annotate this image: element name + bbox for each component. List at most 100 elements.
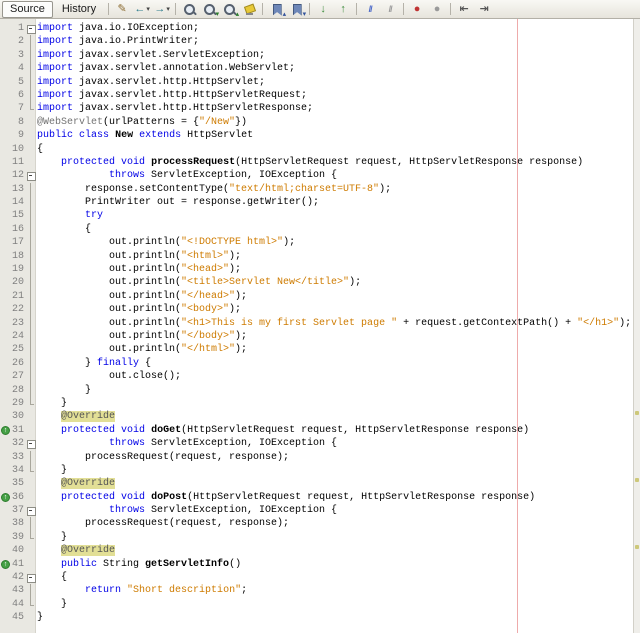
code-line[interactable]: { bbox=[37, 143, 633, 156]
line-number[interactable]: 11 bbox=[11, 156, 26, 169]
gutter-row[interactable]: 2 bbox=[0, 35, 35, 48]
line-number[interactable]: 27 bbox=[11, 370, 26, 383]
code-area[interactable]: import java.io.IOException;import java.i… bbox=[36, 19, 633, 633]
code-line[interactable]: throws ServletException, IOException { bbox=[37, 437, 633, 450]
gutter-row[interactable]: 35 bbox=[0, 477, 35, 490]
code-line[interactable]: import javax.servlet.http.HttpServletRes… bbox=[37, 102, 633, 115]
gutter-row[interactable]: ↑41 bbox=[0, 558, 35, 571]
line-number[interactable]: 8 bbox=[11, 116, 26, 129]
gutter-row[interactable]: 14 bbox=[0, 196, 35, 209]
start-macro-recording-button[interactable]: ● bbox=[408, 1, 426, 17]
line-number[interactable]: 36 bbox=[11, 491, 26, 504]
code-line[interactable]: @Override bbox=[37, 410, 633, 423]
line-number[interactable]: 43 bbox=[11, 584, 26, 597]
line-number[interactable]: 3 bbox=[11, 49, 26, 62]
gutter-row[interactable]: 32 bbox=[0, 437, 35, 450]
error-stripe[interactable] bbox=[633, 19, 640, 633]
tab-history[interactable]: History bbox=[54, 1, 104, 18]
gutter-row[interactable]: 27 bbox=[0, 370, 35, 383]
code-line[interactable]: { bbox=[37, 571, 633, 584]
code-line[interactable]: out.println("</body>"); bbox=[37, 330, 633, 343]
previous-usage-button[interactable]: ↑ bbox=[334, 1, 352, 17]
gutter-row[interactable]: 22 bbox=[0, 303, 35, 316]
code-line[interactable]: out.println("<html>"); bbox=[37, 250, 633, 263]
code-line[interactable]: return "Short description"; bbox=[37, 584, 633, 597]
code-line[interactable]: } bbox=[37, 397, 633, 410]
code-line[interactable]: PrintWriter out = response.getWriter(); bbox=[37, 196, 633, 209]
code-line[interactable]: out.println("<!DOCTYPE html>"); bbox=[37, 236, 633, 249]
line-number[interactable]: 35 bbox=[11, 477, 26, 490]
line-number[interactable]: 39 bbox=[11, 531, 26, 544]
line-number[interactable]: 10 bbox=[11, 143, 26, 156]
previous-bookmark-button[interactable]: ▴ bbox=[267, 1, 285, 17]
find-next-button[interactable]: ▾ bbox=[200, 1, 218, 17]
uncomment-lines-button[interactable]: // bbox=[381, 1, 399, 17]
line-number[interactable]: 6 bbox=[11, 89, 26, 102]
gutter-row[interactable]: 1 bbox=[0, 22, 35, 35]
line-number[interactable]: 22 bbox=[11, 303, 26, 316]
code-line[interactable]: out.close(); bbox=[37, 370, 633, 383]
shift-line-left-button[interactable]: ⇤ bbox=[455, 1, 473, 17]
line-number[interactable]: 45 bbox=[11, 611, 26, 624]
fold-start-marker[interactable] bbox=[26, 169, 35, 182]
toggle-highlight-search-button[interactable] bbox=[240, 1, 258, 17]
gutter-row[interactable]: 19 bbox=[0, 263, 35, 276]
code-line[interactable]: protected void doPost(HttpServletRequest… bbox=[37, 491, 633, 504]
line-number[interactable]: 23 bbox=[11, 317, 26, 330]
code-line[interactable]: protected void doGet(HttpServletRequest … bbox=[37, 424, 633, 437]
gutter-row[interactable]: 10 bbox=[0, 143, 35, 156]
code-line[interactable]: @Override bbox=[37, 544, 633, 557]
gutter-row[interactable]: 4 bbox=[0, 62, 35, 75]
code-line[interactable]: @Override bbox=[37, 477, 633, 490]
code-line[interactable]: try bbox=[37, 209, 633, 222]
line-number[interactable]: 14 bbox=[11, 196, 26, 209]
comment-lines-button[interactable]: // bbox=[361, 1, 379, 17]
code-line[interactable]: processRequest(request, response); bbox=[37, 517, 633, 530]
gutter-row[interactable]: 3 bbox=[0, 49, 35, 62]
gutter-row[interactable]: 16 bbox=[0, 223, 35, 236]
code-line[interactable]: out.println("</head>"); bbox=[37, 290, 633, 303]
error-stripe-mark[interactable] bbox=[635, 478, 639, 482]
line-number[interactable]: 26 bbox=[11, 357, 26, 370]
gutter-row[interactable]: 43 bbox=[0, 584, 35, 597]
line-number[interactable]: 40 bbox=[11, 544, 26, 557]
code-line[interactable]: response.setContentType("text/html;chars… bbox=[37, 183, 633, 196]
gutter-row[interactable]: 37 bbox=[0, 504, 35, 517]
line-number[interactable]: 32 bbox=[11, 437, 26, 450]
code-line[interactable]: out.println("</html>"); bbox=[37, 343, 633, 356]
code-line[interactable]: out.println("<head>"); bbox=[37, 263, 633, 276]
error-stripe-mark[interactable] bbox=[635, 411, 639, 415]
code-line[interactable]: out.println("<body>"); bbox=[37, 303, 633, 316]
error-stripe-mark[interactable] bbox=[635, 545, 639, 549]
code-line[interactable]: } bbox=[37, 464, 633, 477]
gutter-row[interactable]: 11 bbox=[0, 156, 35, 169]
line-number[interactable]: 1 bbox=[11, 22, 26, 35]
gutter-row[interactable]: 39 bbox=[0, 531, 35, 544]
gutter-row[interactable]: 18 bbox=[0, 250, 35, 263]
gutter-row[interactable]: 45 bbox=[0, 611, 35, 624]
line-number[interactable]: 19 bbox=[11, 263, 26, 276]
code-line[interactable]: public String getServletInfo() bbox=[37, 558, 633, 571]
gutter-row[interactable]: 6 bbox=[0, 89, 35, 102]
gutter-row[interactable]: 40 bbox=[0, 544, 35, 557]
gutter-row[interactable]: 5 bbox=[0, 76, 35, 89]
line-number[interactable]: 21 bbox=[11, 290, 26, 303]
fold-start-marker[interactable] bbox=[26, 571, 35, 584]
code-line[interactable]: } bbox=[37, 384, 633, 397]
gutter-row[interactable]: 8 bbox=[0, 116, 35, 129]
line-number[interactable]: 9 bbox=[11, 129, 26, 142]
line-number[interactable]: 12 bbox=[11, 169, 26, 182]
code-line[interactable]: throws ServletException, IOException { bbox=[37, 504, 633, 517]
code-line[interactable]: import javax.servlet.http.HttpServlet; bbox=[37, 76, 633, 89]
fold-start-marker[interactable] bbox=[26, 437, 35, 450]
code-line[interactable]: } bbox=[37, 531, 633, 544]
gutter-row[interactable]: 24 bbox=[0, 330, 35, 343]
line-number[interactable]: 29 bbox=[11, 397, 26, 410]
line-number[interactable]: 34 bbox=[11, 464, 26, 477]
shift-line-right-button[interactable]: ⇥ bbox=[475, 1, 493, 17]
gutter-row[interactable]: 25 bbox=[0, 343, 35, 356]
gutter-row[interactable]: 12 bbox=[0, 169, 35, 182]
line-number[interactable]: 18 bbox=[11, 250, 26, 263]
code-line[interactable]: out.println("<h1>This is my first Servle… bbox=[37, 317, 633, 330]
gutter-row[interactable]: 23 bbox=[0, 317, 35, 330]
